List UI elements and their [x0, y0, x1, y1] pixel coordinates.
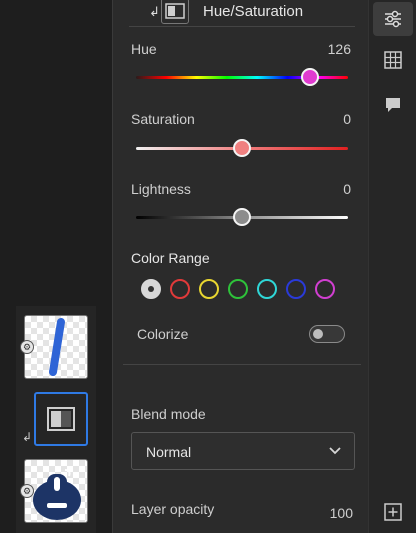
link-icon[interactable]: ⚙ — [20, 484, 34, 498]
lightness-value[interactable]: 0 — [311, 181, 351, 197]
properties-panel: ↲ Hue/Saturation Hue 126 Saturation 0 Li… — [112, 0, 368, 533]
brush-stroke-artwork — [49, 318, 65, 376]
bag-artwork — [33, 469, 81, 520]
layer-opacity-value[interactable]: 100 — [313, 505, 353, 521]
adjustments-sliders-icon — [385, 10, 401, 28]
comments-button[interactable] — [373, 88, 413, 122]
color-range-swatch-blues[interactable] — [286, 279, 306, 299]
blend-mode-value: Normal — [146, 444, 192, 460]
color-range-swatch-magentas[interactable] — [315, 279, 335, 299]
color-range-swatch-greens[interactable] — [228, 279, 248, 299]
clipping-arrow-icon: ↲ — [149, 4, 160, 19]
hue-slider-handle[interactable] — [300, 68, 319, 86]
panel-title: Hue/Saturation — [203, 3, 304, 20]
lightness-label: Lightness — [131, 181, 191, 197]
lightness-slider-handle[interactable] — [233, 208, 251, 226]
color-range-swatch-reds[interactable] — [170, 279, 190, 299]
colorize-label: Colorize — [137, 326, 189, 342]
hue-label: Hue — [131, 41, 157, 57]
colorize-toggle[interactable] — [309, 325, 345, 343]
hue-value[interactable]: 126 — [311, 41, 351, 57]
adjustments-button[interactable] — [373, 2, 413, 36]
color-range-swatch-yellows[interactable] — [199, 279, 219, 299]
add-layer-icon — [384, 503, 402, 521]
hue-saturation-icon — [161, 0, 189, 24]
saturation-value[interactable]: 0 — [311, 111, 351, 127]
layer-thumbnail-hue-saturation[interactable] — [34, 392, 88, 446]
right-toolbar — [368, 0, 416, 533]
saturation-label: Saturation — [131, 111, 195, 127]
color-range-swatch-cyans[interactable] — [257, 279, 277, 299]
color-range-swatch-master[interactable] — [141, 279, 161, 299]
adjustment-layer-icon — [47, 407, 75, 431]
color-range-swatches — [141, 279, 335, 299]
color-range-label: Color Range — [131, 250, 210, 266]
link-icon[interactable]: ⚙ — [20, 340, 34, 354]
comment-icon — [386, 98, 400, 112]
blend-mode-select[interactable]: Normal — [131, 432, 355, 470]
saturation-slider-handle[interactable] — [233, 139, 251, 157]
layer-opacity-label: Layer opacity — [131, 501, 215, 517]
blend-mode-label: Blend mode — [131, 406, 206, 422]
divider — [123, 364, 361, 365]
grid-button[interactable] — [373, 43, 413, 77]
add-layer-button[interactable] — [373, 495, 413, 529]
clipping-arrow-icon: ↲ — [22, 430, 33, 444]
grid-icon — [384, 51, 402, 69]
chevron-down-icon — [328, 443, 342, 460]
properties-header: ↲ Hue/Saturation — [129, 0, 355, 27]
